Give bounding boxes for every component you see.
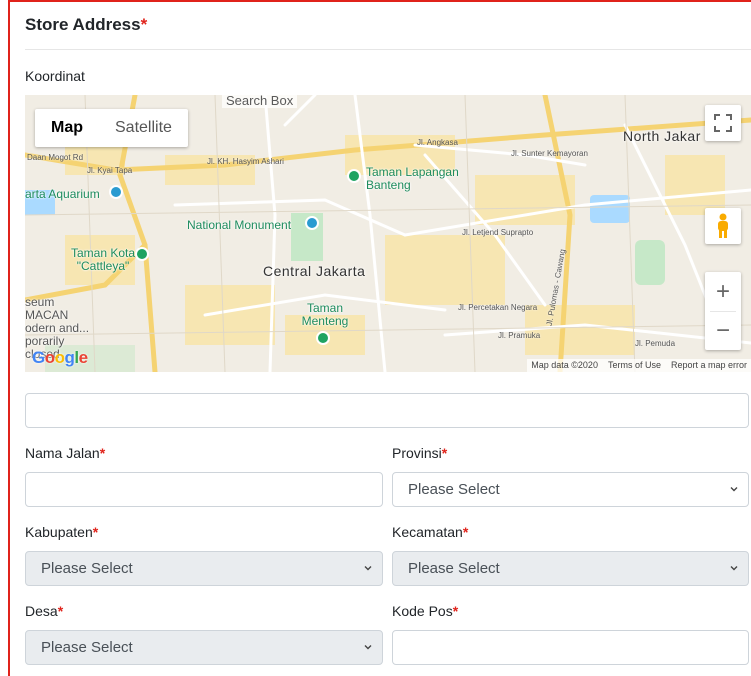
street-view-button[interactable] <box>705 208 741 244</box>
road-label: Jl. Pemuda <box>635 339 676 348</box>
terms-of-use-link[interactable]: Terms of Use <box>608 359 661 372</box>
road-label: Jl. Sunter Kemayoran <box>511 149 588 158</box>
pegman-icon <box>718 213 728 238</box>
report-map-error-link[interactable]: Report a map error <box>671 359 747 372</box>
zoom-in-button[interactable]: + <box>705 273 741 311</box>
zoom-control: + − <box>705 272 741 350</box>
place-national-monument: National Monument <box>187 218 292 232</box>
chevron-down-icon <box>730 487 738 492</box>
nama-jalan-input[interactable] <box>25 472 383 507</box>
desa-label: Desa* <box>25 603 64 619</box>
map-type-satellite-button[interactable]: Satellite <box>99 109 188 147</box>
place-taman-menteng: Taman Menteng <box>301 301 349 328</box>
google-logo[interactable]: Google <box>32 348 88 368</box>
kecamatan-select[interactable]: Please Select <box>392 551 749 586</box>
place-taman-kota-cattleya: Taman Kota "Cattleya" <box>70 246 136 273</box>
road-label: Daan Mogot Rd <box>27 153 84 162</box>
kabupaten-label: Kabupaten* <box>25 524 99 540</box>
road-label: Jl. Percetakan Negara <box>458 303 538 312</box>
fullscreen-button[interactable] <box>705 105 741 141</box>
road-label: Jl. Angkasa <box>417 138 458 147</box>
place-aquarium: arta Aquarium <box>25 187 100 201</box>
koordinat-label: Koordinat <box>25 68 85 84</box>
map-type-control: Map Satellite <box>35 109 188 147</box>
road-label: Jl. KH. Hasyim Ashari <box>207 157 284 166</box>
section-title-text: Store Address <box>25 15 141 34</box>
chevron-down-icon <box>364 645 372 650</box>
zoom-out-button[interactable]: − <box>705 312 741 350</box>
provinsi-label: Provinsi* <box>392 445 448 461</box>
kode-pos-input[interactable] <box>392 630 749 665</box>
map-pin-icon[interactable] <box>109 185 123 199</box>
kabupaten-select[interactable]: Please Select <box>25 551 383 586</box>
fullscreen-icon <box>714 114 732 132</box>
required-mark: * <box>140 15 148 34</box>
road-label: Jl. Pramuka <box>498 331 541 340</box>
search-box-label: Search Box <box>222 95 298 108</box>
kecamatan-label: Kecamatan* <box>392 524 469 540</box>
nama-jalan-label: Nama Jalan* <box>25 445 106 461</box>
map-pin-icon[interactable] <box>347 169 361 183</box>
address-search-input[interactable] <box>25 393 749 428</box>
place-north-jakarta: North Jakar <box>623 128 701 144</box>
map-data-text: Map data ©2020 <box>531 360 598 370</box>
desa-select[interactable]: Please Select <box>25 630 383 665</box>
kecamatan-selected-value: Please Select <box>408 560 500 577</box>
map-widget[interactable]: Search Box Map Satellite North Jakar Cen… <box>25 95 751 372</box>
map-pin-icon[interactable] <box>305 216 319 230</box>
section-title: Store Address* <box>25 15 147 35</box>
road-label: Jl. Kyai Tapa <box>87 166 133 175</box>
road-label: Jl. Letjend Suprapto <box>462 228 534 237</box>
chevron-down-icon <box>730 566 738 571</box>
kabupaten-selected-value: Please Select <box>41 560 133 577</box>
desa-selected-value: Please Select <box>41 639 133 656</box>
chevron-down-icon <box>364 566 372 571</box>
map-attribution: Map data ©2020 Terms of Use Report a map… <box>527 359 751 372</box>
place-taman-lapangan-banteng: Taman Lapangan Banteng <box>366 165 459 192</box>
map-type-map-button[interactable]: Map <box>35 109 99 147</box>
provinsi-selected-value: Please Select <box>408 481 500 498</box>
kode-pos-label: Kode Pos* <box>392 603 459 619</box>
provinsi-select[interactable]: Please Select <box>392 472 749 507</box>
map-pin-icon[interactable] <box>316 331 330 345</box>
divider <box>25 49 751 50</box>
place-central-jakarta: Central Jakarta <box>263 263 366 279</box>
